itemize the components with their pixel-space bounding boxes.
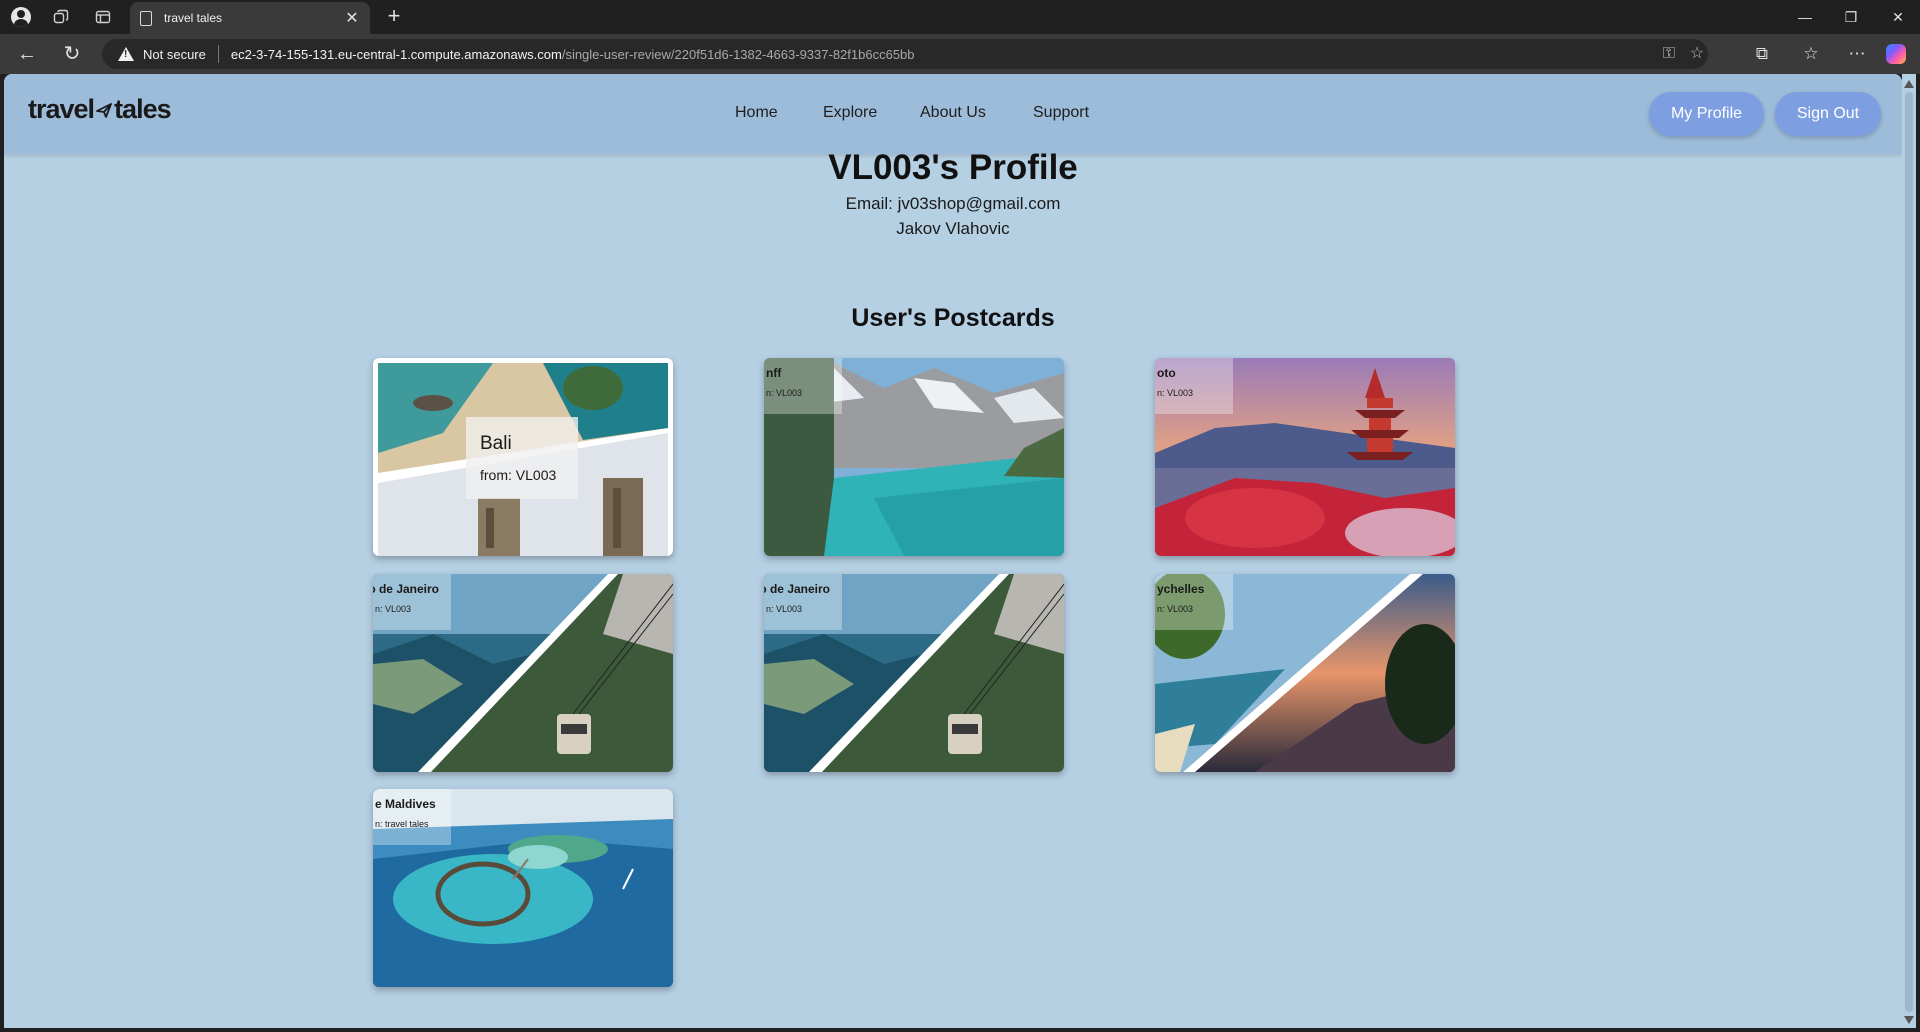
warning-icon (118, 47, 134, 61)
restore-icon[interactable]: ❐ (1839, 6, 1863, 28)
site-logo[interactable]: travel tales (28, 94, 172, 125)
postcard-rio-de-janeiro[interactable]: o de Janeiro n: VL003 (373, 574, 673, 772)
postcards-section-title: User's Postcards (851, 304, 1055, 332)
postcard-place: nff (766, 366, 782, 380)
copilot-icon[interactable] (1886, 44, 1906, 64)
logo-text-travel: travel (28, 94, 95, 124)
address-bar[interactable]: Not secure ec2-3-74-155-131.eu-central-1… (102, 39, 1708, 69)
postcard-place: ychelles (1157, 582, 1205, 596)
postcard-label: ychelles n: VL003 (1155, 574, 1233, 630)
nav-support[interactable]: Support (1033, 104, 1089, 122)
more-menu-icon[interactable]: ⋯ (1846, 43, 1868, 65)
extensions-icon[interactable]: ⧉ (1751, 43, 1773, 65)
tab-actions-icon[interactable] (92, 6, 114, 28)
postcard-label: o de Janeiro n: VL003 (373, 574, 451, 630)
back-icon[interactable]: ← (15, 42, 39, 66)
favorite-star-icon[interactable]: ☆ (1686, 43, 1708, 65)
close-tab-icon[interactable]: ✕ (344, 8, 360, 28)
postcard-place: o de Janeiro (373, 582, 439, 596)
postcard-label: e Maldives n: travel tales (373, 789, 451, 845)
postcard-sender: n: VL003 (766, 604, 803, 614)
postcard-sender: n: VL003 (766, 388, 803, 398)
scroll-down-icon[interactable] (1904, 1016, 1914, 1024)
profile-icon[interactable] (10, 6, 32, 28)
postcard-place: oto (1157, 366, 1176, 380)
postcard-seychelles[interactable]: ychelles n: VL003 (1155, 574, 1455, 772)
postcard-kyoto[interactable]: oto n: VL003 (1155, 358, 1455, 556)
postcard-label: Bali from: VL003 (466, 417, 578, 499)
page-icon (140, 10, 152, 26)
postcard-sender: from: VL003 (480, 467, 557, 483)
security-status[interactable]: Not secure (143, 47, 206, 62)
postcard-label: nff n: VL003 (764, 358, 842, 414)
new-tab-icon[interactable]: + (382, 4, 406, 28)
browser-toolbar: ← ↻ Not secure ec2-3-74-155-131.eu-centr… (0, 34, 1920, 74)
paper-plane-icon (96, 102, 112, 118)
profile-email: Email: jv03shop@gmail.com (845, 194, 1061, 213)
postcard-place: Bali (480, 433, 512, 454)
postcard-sender: n: travel tales (375, 819, 429, 829)
postcard-sender: n: VL003 (1157, 388, 1194, 398)
favorites-icon[interactable]: ☆ (1800, 43, 1822, 65)
postcard-rio-de-janeiro-2[interactable]: o de Janeiro n: VL003 (764, 574, 1064, 772)
my-profile-button[interactable]: My Profile (1649, 92, 1764, 136)
nav-home[interactable]: Home (735, 104, 778, 122)
minimize-icon[interactable]: — (1793, 6, 1817, 28)
reload-icon[interactable]: ↻ (60, 42, 84, 66)
page-scrollbar[interactable] (1902, 74, 1916, 1028)
password-key-icon[interactable]: ⚿ (1658, 43, 1680, 65)
postcard-maldives[interactable]: e Maldives n: travel tales (373, 789, 673, 987)
logo-text-tales: tales (114, 94, 172, 124)
postcard-sender: n: VL003 (1157, 604, 1194, 614)
sign-out-button[interactable]: Sign Out (1775, 92, 1881, 136)
tab-title: travel tales (164, 11, 223, 25)
postcard-label: o de Janeiro n: VL003 (764, 574, 842, 630)
nav-explore[interactable]: Explore (823, 104, 877, 122)
browser-tab[interactable]: travel tales ✕ (130, 2, 370, 34)
postcard-place: e Maldives (375, 797, 436, 811)
profile-full-name: Jakov Vlahovic (896, 219, 1010, 238)
profile-title: VL003's Profile (828, 148, 1078, 187)
postcard-banff[interactable]: nff n: VL003 (764, 358, 1064, 556)
site-header: travel tales Home Explore About Us Suppo… (4, 74, 1902, 154)
url-host: ec2-3-74-155-131.eu-central-1.compute.am… (230, 46, 562, 62)
scroll-up-icon[interactable] (1904, 80, 1914, 88)
postcard-bali[interactable]: Bali from: VL003 (373, 358, 673, 556)
nav-about-us[interactable]: About Us (920, 104, 986, 122)
page-viewport: travel tales Home Explore About Us Suppo… (4, 74, 1902, 1028)
postcard-sender: n: VL003 (375, 604, 412, 614)
window-close-icon[interactable]: ✕ (1886, 6, 1910, 28)
browser-tab-strip: travel tales ✕ + — ❐ ✕ (0, 0, 1920, 34)
scrollbar-thumb[interactable] (1905, 92, 1913, 1012)
url-path: /single-user-review/220f51d6-1382-4663-9… (561, 46, 915, 62)
postcard-place: o de Janeiro (764, 582, 830, 596)
postcard-label: oto n: VL003 (1155, 358, 1233, 414)
workspaces-icon[interactable] (50, 6, 72, 28)
